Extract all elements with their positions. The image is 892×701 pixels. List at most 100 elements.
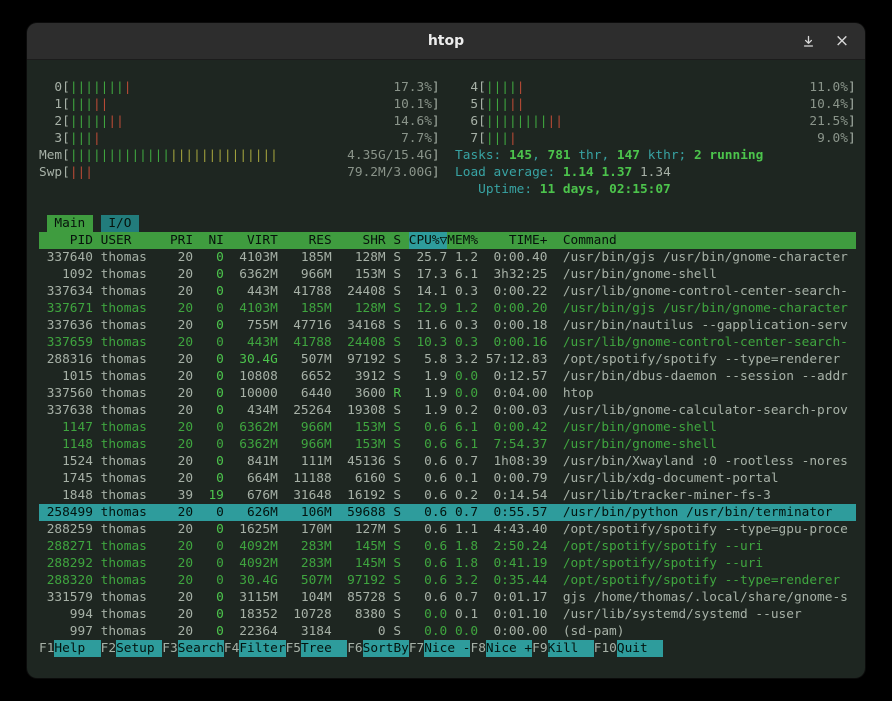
fkey-f7-nice[interactable]: F7Nice - — [409, 640, 471, 657]
cell-command: gjs /home/thomas/.local/share/gnome-s — [563, 589, 856, 606]
fkey-f2-setup[interactable]: F2Setup — [101, 640, 163, 657]
column-header-pid[interactable]: PID — [39, 232, 93, 249]
tab-main[interactable]: Main — [47, 215, 93, 232]
cell-user: thomas — [93, 589, 170, 606]
column-header-ni[interactable]: NI — [193, 232, 224, 249]
cell-cpu: 0.0 — [409, 606, 448, 623]
column-header-virt[interactable]: VIRT — [224, 232, 278, 249]
close-icon[interactable]: × — [833, 32, 851, 50]
fkey-f4-filter[interactable]: F4Filter — [224, 640, 286, 657]
cpu1-bars: ||||| — [70, 96, 109, 113]
cell-time: 57:12.83 — [478, 351, 547, 368]
fkey-f1-help[interactable]: F1Help — [39, 640, 101, 657]
process-row[interactable]: 1092thomas2006362M966M153MS17.36.13h32:2… — [39, 266, 856, 283]
cell-user: thomas — [93, 283, 170, 300]
cell-s: S — [386, 300, 401, 317]
cell-s: R — [386, 385, 401, 402]
cell-shr: 59688 — [332, 504, 386, 521]
cell-command: (sd-pam) — [563, 623, 856, 640]
cell-mem: 1.2 — [447, 249, 478, 266]
fkey-f8-nice[interactable]: F8Nice + — [470, 640, 532, 657]
cell-s: S — [386, 521, 401, 538]
cell-mem: 0.0 — [447, 385, 478, 402]
process-row[interactable]: 1148thomas2006362M966M153MS0.66.17:54.37… — [39, 436, 856, 453]
cell-res: 3184 — [278, 623, 332, 640]
column-header-command[interactable]: Command — [563, 232, 856, 249]
cell-mem: 0.2 — [447, 487, 478, 504]
cell-ni: 0 — [193, 368, 224, 385]
process-row[interactable]: 337659thomas200443M4178824408S10.30.30:0… — [39, 334, 856, 351]
process-row[interactable]: 337671thomas2004103M185M128MS12.91.20:00… — [39, 300, 856, 317]
fkey-f5-tree[interactable]: F5Tree — [286, 640, 348, 657]
column-header-user[interactable]: USER — [93, 232, 170, 249]
cpu6-value: 21.5% — [809, 113, 848, 130]
cell-command: /usr/bin/python /usr/bin/terminator — [563, 504, 856, 521]
titlebar[interactable]: htop × — [27, 23, 865, 60]
cell-pid: 337560 — [39, 385, 93, 402]
cell-ni: 19 — [193, 487, 224, 504]
process-row[interactable]: 288259thomas2001625M170M127MS0.61.14:43.… — [39, 521, 856, 538]
column-header-s[interactable]: S — [386, 232, 401, 249]
cell-s: S — [386, 419, 401, 436]
process-row[interactable]: 997thomas2002236431840S0.00.00:00.00(sd-… — [39, 623, 856, 640]
cell-user: thomas — [93, 606, 170, 623]
cell-s: S — [386, 368, 401, 385]
cpu3-bars: |||| — [70, 130, 101, 147]
cell-ni: 0 — [193, 504, 224, 521]
process-row[interactable]: 1015thomas2001080866523912S1.90.00:12.57… — [39, 368, 856, 385]
cpu0-bars: |||||||| — [70, 79, 132, 96]
cell-cpu: 0.6 — [409, 470, 448, 487]
cell-cpu: 0.6 — [409, 572, 448, 589]
tab-i-o[interactable]: I/O — [101, 215, 140, 232]
column-header-pri[interactable]: PRI — [170, 232, 193, 249]
cell-mem: 3.2 — [447, 351, 478, 368]
cell-shr: 0 — [332, 623, 386, 640]
process-row[interactable]: 1848thomas3919676M3164816192S0.60.20:14.… — [39, 487, 856, 504]
process-row[interactable]: 337560thomas2001000064403600R1.90.00:04.… — [39, 385, 856, 402]
cell-pid: 288259 — [39, 521, 93, 538]
process-row[interactable]: 288316thomas20030.4G507M97192S5.83.257:1… — [39, 351, 856, 368]
cell-pri: 20 — [170, 436, 193, 453]
meter-bracket: ] — [432, 130, 440, 147]
fkey-f6-sortby[interactable]: F6SortBy — [347, 640, 409, 657]
process-row[interactable]: 337638thomas200434M2526419308S1.90.20:00… — [39, 402, 856, 419]
cpu2-label: 2 — [39, 113, 62, 130]
cell-s: S — [386, 487, 401, 504]
process-row[interactable]: 331579thomas2003115M104M85728S0.60.70:01… — [39, 589, 856, 606]
cell-ni: 0 — [193, 351, 224, 368]
cell-shr: 145M — [332, 555, 386, 572]
fkey-f10-quit[interactable]: F10Quit — [594, 640, 663, 657]
cell-shr: 3600 — [332, 385, 386, 402]
process-row[interactable]: 337636thomas200755M4771634168S11.60.30:0… — [39, 317, 856, 334]
process-row[interactable]: 288320thomas20030.4G507M97192S0.63.20:35… — [39, 572, 856, 589]
column-header-res[interactable]: RES — [278, 232, 332, 249]
cpu2-bars: ||||||| — [70, 113, 124, 130]
column-header-cpu-sorted[interactable]: CPU%▽ — [409, 232, 448, 249]
process-row[interactable]: 337634thomas200443M4178824408S14.10.30:0… — [39, 283, 856, 300]
cell-pri: 20 — [170, 300, 193, 317]
cell-time: 0:14.54 — [478, 487, 547, 504]
cell-user: thomas — [93, 419, 170, 436]
fkey-f3-search[interactable]: F3Search — [162, 640, 224, 657]
process-row[interactable]: 288271thomas2004092M283M145MS0.61.82:50.… — [39, 538, 856, 555]
cell-s: S — [386, 538, 401, 555]
process-row[interactable]: 1147thomas2006362M966M153MS0.66.10:00.42… — [39, 419, 856, 436]
cell-shr: 153M — [332, 419, 386, 436]
process-row[interactable]: 337640thomas2004103M185M128MS25.71.20:00… — [39, 249, 856, 266]
process-row[interactable]: 1745thomas200664M111886160S0.60.10:00.79… — [39, 470, 856, 487]
cell-user: thomas — [93, 368, 170, 385]
download-icon[interactable] — [799, 32, 817, 50]
cell-mem: 1.2 — [447, 300, 478, 317]
column-header-shr[interactable]: SHR — [332, 232, 386, 249]
cell-cpu: 1.9 — [409, 402, 448, 419]
fkey-f9-kill[interactable]: F9Kill — [532, 640, 594, 657]
process-row[interactable]: 288292thomas2004092M283M145MS0.61.80:41.… — [39, 555, 856, 572]
process-row[interactable]: 994thomas20018352107288380S0.00.10:01.10… — [39, 606, 856, 623]
column-header-time[interactable]: TIME+ — [478, 232, 547, 249]
cell-cpu: 0.6 — [409, 487, 448, 504]
process-row[interactable]: 1524thomas200841M111M45136S0.60.71h08:39… — [39, 453, 856, 470]
cell-pid: 258499 — [39, 504, 93, 521]
column-header-mem[interactable]: MEM% — [447, 232, 478, 249]
process-row-selected[interactable]: 258499thomas200626M106M59688S0.60.70:55.… — [39, 504, 856, 521]
cell-pri: 20 — [170, 606, 193, 623]
